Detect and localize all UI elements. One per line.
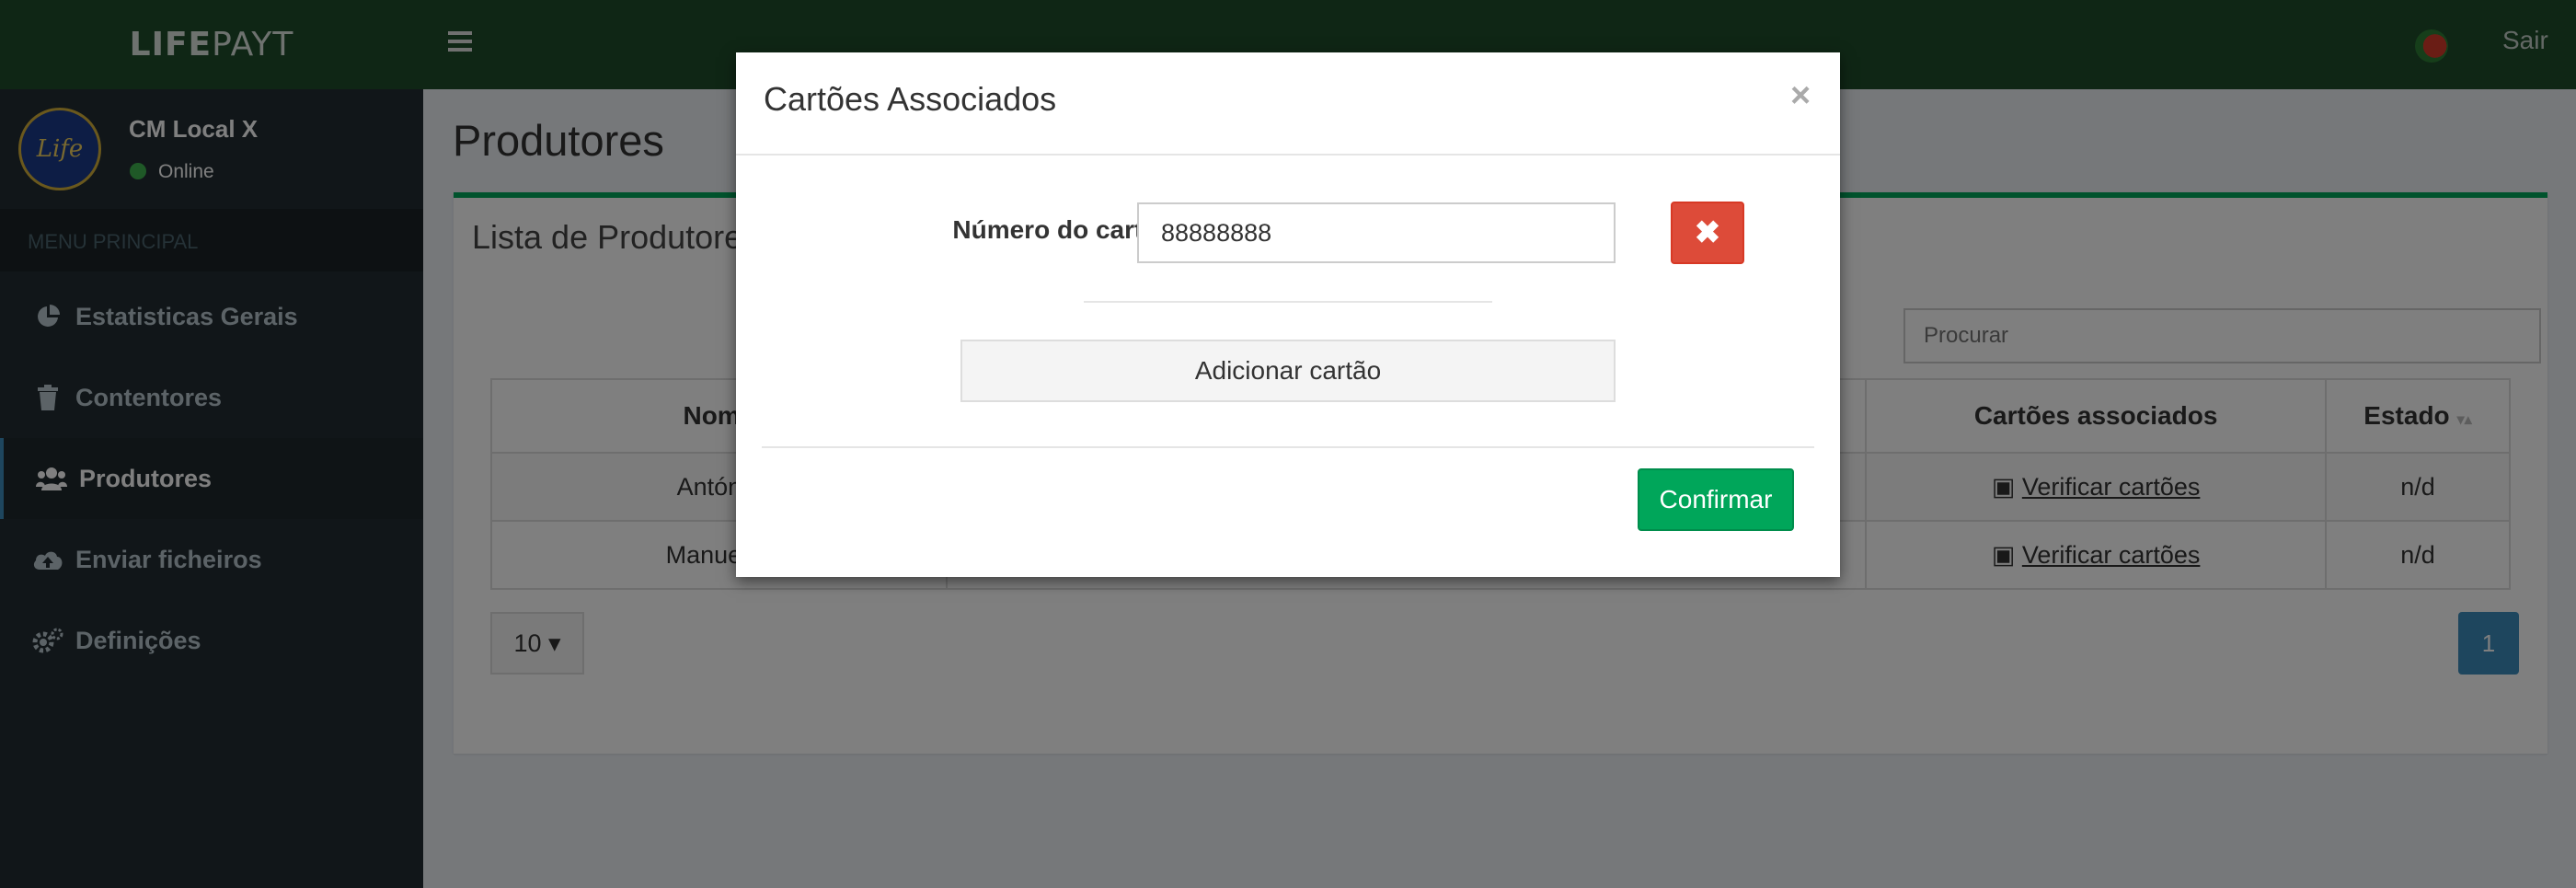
times-icon: ✖ xyxy=(1694,215,1721,250)
add-card-button[interactable]: Adicionar cartão xyxy=(960,340,1616,402)
close-icon[interactable]: × xyxy=(1790,76,1811,116)
divider xyxy=(1084,301,1492,303)
divider xyxy=(762,446,1814,448)
associated-cards-modal: Cartões Associados × Número do cartão ✖ … xyxy=(736,52,1840,577)
modal-header: Cartões Associados × xyxy=(736,52,1840,156)
card-number-label: Número do cartão xyxy=(952,215,1173,244)
modal-title: Cartões Associados xyxy=(764,80,1057,118)
confirm-button[interactable]: Confirmar xyxy=(1638,468,1794,531)
remove-card-button[interactable]: ✖ xyxy=(1671,202,1744,264)
card-number-input[interactable] xyxy=(1137,202,1616,263)
